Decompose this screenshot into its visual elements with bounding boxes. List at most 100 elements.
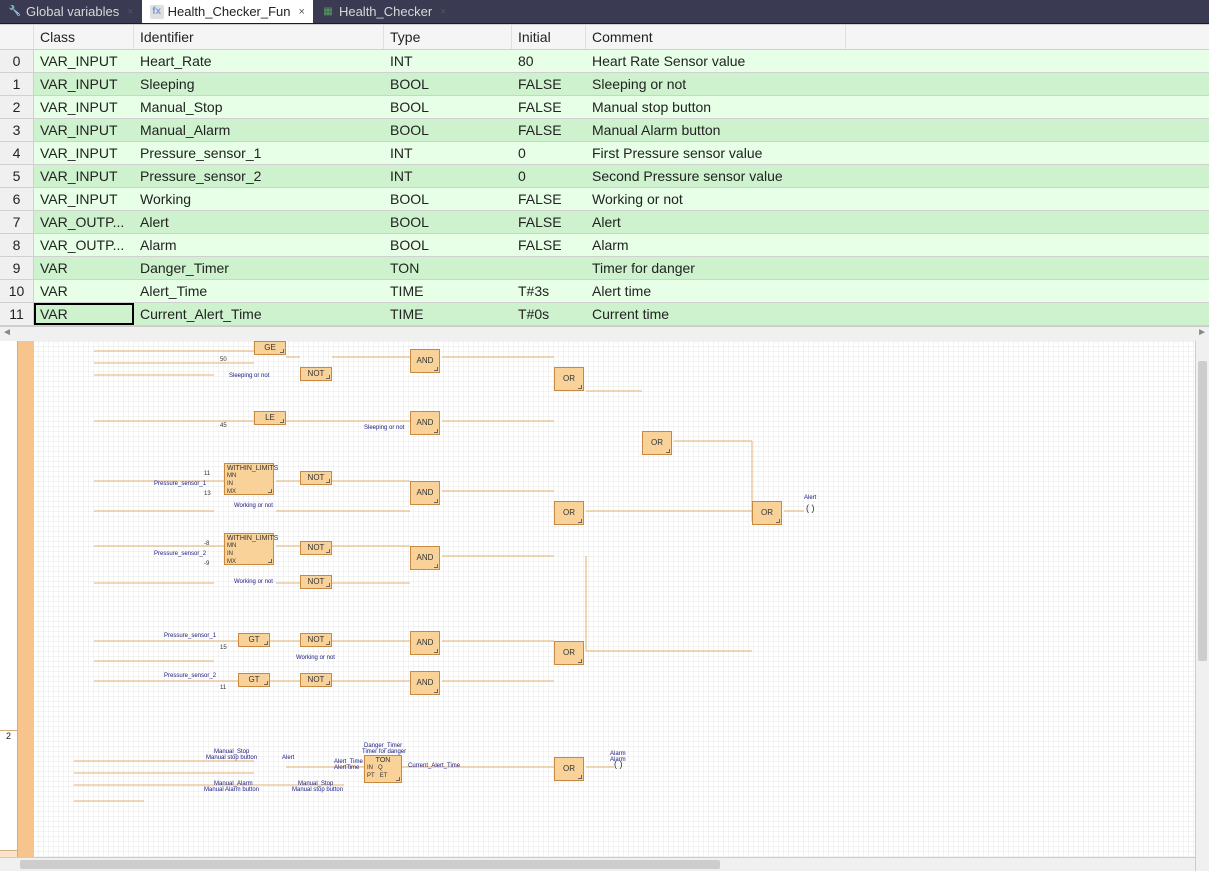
cell-class[interactable]: VAR	[34, 280, 134, 302]
cell-type[interactable]: BOOL	[384, 96, 512, 118]
close-icon[interactable]: ×	[127, 6, 133, 18]
table-row[interactable]: 11VARCurrent_Alert_TimeTIMET#0sCurrent t…	[0, 303, 1209, 326]
cell-initial[interactable]: FALSE	[512, 73, 586, 95]
table-row[interactable]: 9VARDanger_TimerTONTimer for danger	[0, 257, 1209, 280]
cell-type[interactable]: INT	[384, 165, 512, 187]
table-row[interactable]: 8VAR_OUTP...AlarmBOOLFALSEAlarm	[0, 234, 1209, 257]
cell-type[interactable]: TIME	[384, 303, 512, 325]
table-row[interactable]: 7VAR_OUTP...AlertBOOLFALSEAlert	[0, 211, 1209, 234]
tab-health-checker[interactable]: ▦ Health_Checker ×	[313, 0, 455, 23]
cell-identifier[interactable]: Heart_Rate	[134, 50, 384, 72]
table-row[interactable]: 0VAR_INPUTHeart_RateINT80Heart Rate Sens…	[0, 50, 1209, 73]
grid-horizontal-scrollbar[interactable]	[0, 326, 1209, 341]
cell-class[interactable]: VAR_INPUT	[34, 142, 134, 164]
col-identifier[interactable]: Identifier	[134, 25, 384, 49]
cell-identifier[interactable]: Danger_Timer	[134, 257, 384, 279]
cell-initial[interactable]: 80	[512, 50, 586, 72]
block-and[interactable]: AND	[410, 671, 440, 695]
cell-type[interactable]: TIME	[384, 280, 512, 302]
table-row[interactable]: 2VAR_INPUTManual_StopBOOLFALSEManual sto…	[0, 96, 1209, 119]
block-not[interactable]: NOT	[300, 673, 332, 687]
cell-initial[interactable]: 0	[512, 142, 586, 164]
cell-identifier[interactable]: Alert	[134, 211, 384, 233]
block-gt[interactable]: GT	[238, 673, 270, 687]
row-number[interactable]: 9	[0, 257, 34, 279]
cell-type[interactable]: INT	[384, 142, 512, 164]
fbd-horizontal-scrollbar[interactable]	[0, 857, 1195, 871]
col-comment[interactable]: Comment	[586, 25, 846, 49]
row-number[interactable]: 3	[0, 119, 34, 141]
col-rownum[interactable]	[0, 25, 34, 49]
cell-initial[interactable]	[512, 257, 586, 279]
block-or[interactable]: OR	[554, 501, 584, 525]
row-number[interactable]: 11	[0, 303, 34, 325]
cell-class[interactable]: VAR_INPUT	[34, 73, 134, 95]
cell-initial[interactable]: T#0s	[512, 303, 586, 325]
tab-global-variables[interactable]: 🔧 Global variables ×	[0, 0, 142, 23]
tab-health-checker-fun[interactable]: fx Health_Checker_Fun ×	[142, 0, 313, 23]
row-number[interactable]: 2	[0, 96, 34, 118]
table-row[interactable]: 5VAR_INPUTPressure_sensor_2INT0Second Pr…	[0, 165, 1209, 188]
block-gt[interactable]: GT	[238, 633, 270, 647]
block-ge[interactable]: GE	[254, 341, 286, 355]
cell-comment[interactable]: Second Pressure sensor value	[586, 165, 846, 187]
block-not[interactable]: NOT	[300, 633, 332, 647]
cell-comment[interactable]: Alert time	[586, 280, 846, 302]
cell-type[interactable]: INT	[384, 50, 512, 72]
block-not[interactable]: NOT	[300, 541, 332, 555]
cell-initial[interactable]: FALSE	[512, 211, 586, 233]
col-class[interactable]: Class	[34, 25, 134, 49]
variable-grid[interactable]: Class Identifier Type Initial Comment 0V…	[0, 24, 1209, 326]
fbd-editor[interactable]: 2 GE 50 NOT Sleeping or not AND LE 45 Sl…	[0, 341, 1209, 871]
cell-class[interactable]: VAR_OUTP...	[34, 234, 134, 256]
cell-class[interactable]: VAR	[34, 303, 134, 325]
row-number[interactable]: 8	[0, 234, 34, 256]
cell-initial[interactable]: FALSE	[512, 188, 586, 210]
row-number[interactable]: 4	[0, 142, 34, 164]
block-not[interactable]: NOT	[300, 575, 332, 589]
table-row[interactable]: 4VAR_INPUTPressure_sensor_1INT0First Pre…	[0, 142, 1209, 165]
cell-identifier[interactable]: Alarm	[134, 234, 384, 256]
block-not[interactable]: NOT	[300, 471, 332, 485]
block-not[interactable]: NOT	[300, 367, 332, 381]
cell-initial[interactable]: 0	[512, 165, 586, 187]
cell-type[interactable]: BOOL	[384, 211, 512, 233]
row-number[interactable]: 0	[0, 50, 34, 72]
cell-comment[interactable]: Alarm	[586, 234, 846, 256]
block-or[interactable]: OR	[642, 431, 672, 455]
cell-class[interactable]: VAR_OUTP...	[34, 211, 134, 233]
cell-initial[interactable]: FALSE	[512, 96, 586, 118]
cell-class[interactable]: VAR_INPUT	[34, 188, 134, 210]
close-icon[interactable]: ×	[299, 6, 305, 18]
block-within-limits[interactable]: WITHIN_LIMITS MNINMX	[224, 533, 274, 565]
cell-initial[interactable]: FALSE	[512, 234, 586, 256]
cell-class[interactable]: VAR_INPUT	[34, 50, 134, 72]
block-and[interactable]: AND	[410, 546, 440, 570]
cell-comment[interactable]: Working or not	[586, 188, 846, 210]
cell-identifier[interactable]: Current_Alert_Time	[134, 303, 384, 325]
cell-comment[interactable]: Heart Rate Sensor value	[586, 50, 846, 72]
table-row[interactable]: 3VAR_INPUTManual_AlarmBOOLFALSEManual Al…	[0, 119, 1209, 142]
table-row[interactable]: 10VARAlert_TimeTIMET#3sAlert time	[0, 280, 1209, 303]
cell-comment[interactable]: First Pressure sensor value	[586, 142, 846, 164]
cell-identifier[interactable]: Sleeping	[134, 73, 384, 95]
cell-type[interactable]: BOOL	[384, 73, 512, 95]
cell-identifier[interactable]: Manual_Stop	[134, 96, 384, 118]
cell-comment[interactable]: Sleeping or not	[586, 73, 846, 95]
cell-identifier[interactable]: Manual_Alarm	[134, 119, 384, 141]
cell-type[interactable]: BOOL	[384, 188, 512, 210]
block-and[interactable]: AND	[410, 481, 440, 505]
close-icon[interactable]: ×	[440, 6, 446, 18]
block-and[interactable]: AND	[410, 631, 440, 655]
col-initial[interactable]: Initial	[512, 25, 586, 49]
cell-comment[interactable]: Alert	[586, 211, 846, 233]
row-number[interactable]: 7	[0, 211, 34, 233]
cell-comment[interactable]: Current time	[586, 303, 846, 325]
cell-comment[interactable]: Manual stop button	[586, 96, 846, 118]
rung-number[interactable]: 2	[0, 731, 17, 851]
block-le[interactable]: LE	[254, 411, 286, 425]
block-ton[interactable]: TON IN Q PT ET	[364, 755, 402, 783]
cell-class[interactable]: VAR	[34, 257, 134, 279]
row-number[interactable]: 6	[0, 188, 34, 210]
fbd-vertical-scrollbar[interactable]	[1195, 341, 1209, 871]
